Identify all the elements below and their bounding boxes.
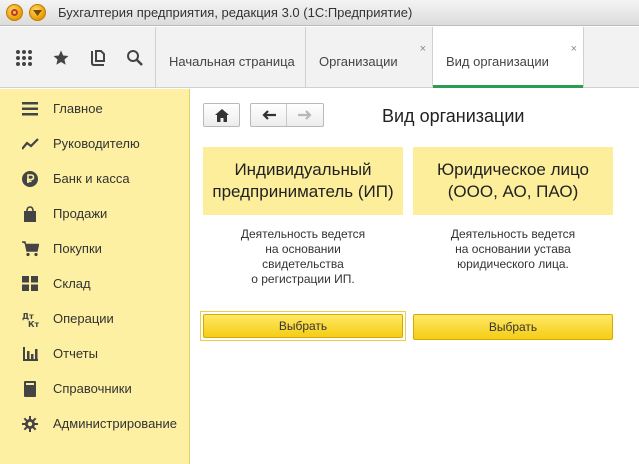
sidebar-item-label: Банк и касса bbox=[53, 171, 130, 186]
bar-chart-icon bbox=[21, 345, 39, 363]
forward-button[interactable] bbox=[287, 104, 323, 126]
tab-home[interactable]: Начальная страница bbox=[155, 27, 305, 88]
tab-organization-type[interactable]: Вид организации × bbox=[432, 27, 584, 88]
sidebar-item-label: Главное bbox=[53, 101, 103, 116]
card-sole-proprietor-description: Деятельность ведется на основании свидет… bbox=[203, 227, 403, 287]
select-button-frame: Выбрать bbox=[200, 311, 406, 341]
description-line: Деятельность ведется bbox=[450, 227, 576, 241]
tab-label: Начальная страница bbox=[169, 54, 295, 69]
card-heading-line: предприниматель (ИП) bbox=[212, 182, 394, 201]
sidebar-item-sales[interactable]: Продажи bbox=[0, 196, 190, 231]
close-icon[interactable]: × bbox=[571, 43, 577, 55]
sidebar: Главное Руководителю Банк и касса Продаж… bbox=[0, 89, 190, 464]
description-line: на основании bbox=[265, 242, 341, 256]
cart-icon bbox=[21, 240, 39, 258]
sidebar-item-bank[interactable]: Банк и касса bbox=[0, 161, 190, 196]
sidebar-item-label: Покупки bbox=[53, 241, 102, 256]
select-button-frame: Выбрать bbox=[413, 314, 613, 340]
sidebar-item-purchases[interactable]: Покупки bbox=[0, 231, 190, 266]
card-heading-line: Юридическое лицо bbox=[436, 160, 590, 179]
page-title: Вид организации bbox=[382, 106, 525, 126]
sidebar-item-label: Продажи bbox=[53, 206, 108, 221]
favorites-star-icon[interactable] bbox=[43, 27, 79, 88]
sidebar-item-label: Отчеты bbox=[53, 346, 98, 361]
sidebar-item-operations[interactable]: Дт Кт Операции bbox=[0, 301, 190, 336]
description-line: о регистрации ИП. bbox=[251, 272, 355, 286]
description-line: свидетельства bbox=[262, 257, 344, 271]
tab-label: Вид организации bbox=[446, 54, 549, 69]
window-title: Бухгалтерия предприятия, редакция 3.0 (1… bbox=[58, 5, 413, 20]
home-button[interactable] bbox=[203, 103, 240, 127]
back-forward-group bbox=[250, 103, 324, 127]
card-heading-line: (ООО, АО, ПАО) bbox=[447, 182, 579, 201]
description-line: юридического лица. bbox=[457, 257, 569, 271]
book-icon bbox=[21, 380, 39, 398]
main-menu-icon[interactable] bbox=[29, 4, 46, 21]
sidebar-item-label: Администрирование bbox=[53, 416, 177, 431]
title-bar: Бухгалтерия предприятия, редакция 3.0 (1… bbox=[0, 0, 639, 26]
select-sole-proprietor-button[interactable]: Выбрать bbox=[203, 314, 403, 338]
card-legal-entity-description: Деятельность ведется на основании устава… bbox=[413, 227, 613, 272]
card-sole-proprietor-heading[interactable]: Индивидуальный предприниматель (ИП) bbox=[203, 147, 403, 215]
sidebar-item-warehouse[interactable]: Склад bbox=[0, 266, 190, 301]
back-button[interactable] bbox=[251, 104, 287, 126]
home-icon bbox=[214, 108, 229, 122]
sidebar-item-reports[interactable]: Отчеты bbox=[0, 336, 190, 371]
debit-credit-icon: Дт Кт bbox=[21, 310, 39, 328]
warehouse-icon bbox=[21, 275, 39, 293]
tab-label: Организации bbox=[319, 54, 398, 69]
description-line: на основании устава bbox=[455, 242, 571, 256]
arrow-right-icon bbox=[298, 110, 312, 120]
svg-text:Кт: Кт bbox=[28, 320, 39, 327]
select-legal-entity-button[interactable]: Выбрать bbox=[413, 314, 613, 340]
active-tab-indicator bbox=[433, 85, 583, 88]
1c-logo-icon[interactable] bbox=[6, 4, 23, 21]
apps-grid-icon[interactable] bbox=[6, 27, 42, 88]
toolbar: Начальная страница Организации × Вид орг… bbox=[0, 27, 639, 88]
trend-icon bbox=[21, 135, 39, 153]
search-icon[interactable] bbox=[117, 27, 153, 88]
main-content: Вид организации Индивидуальный предприни… bbox=[191, 89, 639, 464]
card-legal-entity-heading[interactable]: Юридическое лицо (ООО, АО, ПАО) bbox=[413, 147, 613, 215]
sidebar-item-label: Склад bbox=[53, 276, 91, 291]
sidebar-item-references[interactable]: Справочники bbox=[0, 371, 190, 406]
sidebar-item-administration[interactable]: Администрирование bbox=[0, 406, 190, 441]
close-icon[interactable]: × bbox=[420, 43, 426, 55]
sidebar-item-label: Операции bbox=[53, 311, 114, 326]
list-icon bbox=[21, 100, 39, 118]
history-icon[interactable] bbox=[80, 27, 116, 88]
sidebar-item-label: Руководителю bbox=[53, 136, 140, 151]
description-line: Деятельность ведется bbox=[240, 227, 366, 241]
sidebar-item-label: Справочники bbox=[53, 381, 132, 396]
bag-icon bbox=[21, 205, 39, 223]
tab-organizations[interactable]: Организации × bbox=[305, 27, 432, 88]
ruble-icon bbox=[21, 170, 39, 188]
sidebar-item-manager[interactable]: Руководителю bbox=[0, 126, 190, 161]
gear-icon bbox=[21, 415, 39, 433]
card-heading-line: Индивидуальный bbox=[234, 160, 372, 179]
sidebar-item-main[interactable]: Главное bbox=[0, 91, 190, 126]
arrow-left-icon bbox=[261, 110, 276, 120]
